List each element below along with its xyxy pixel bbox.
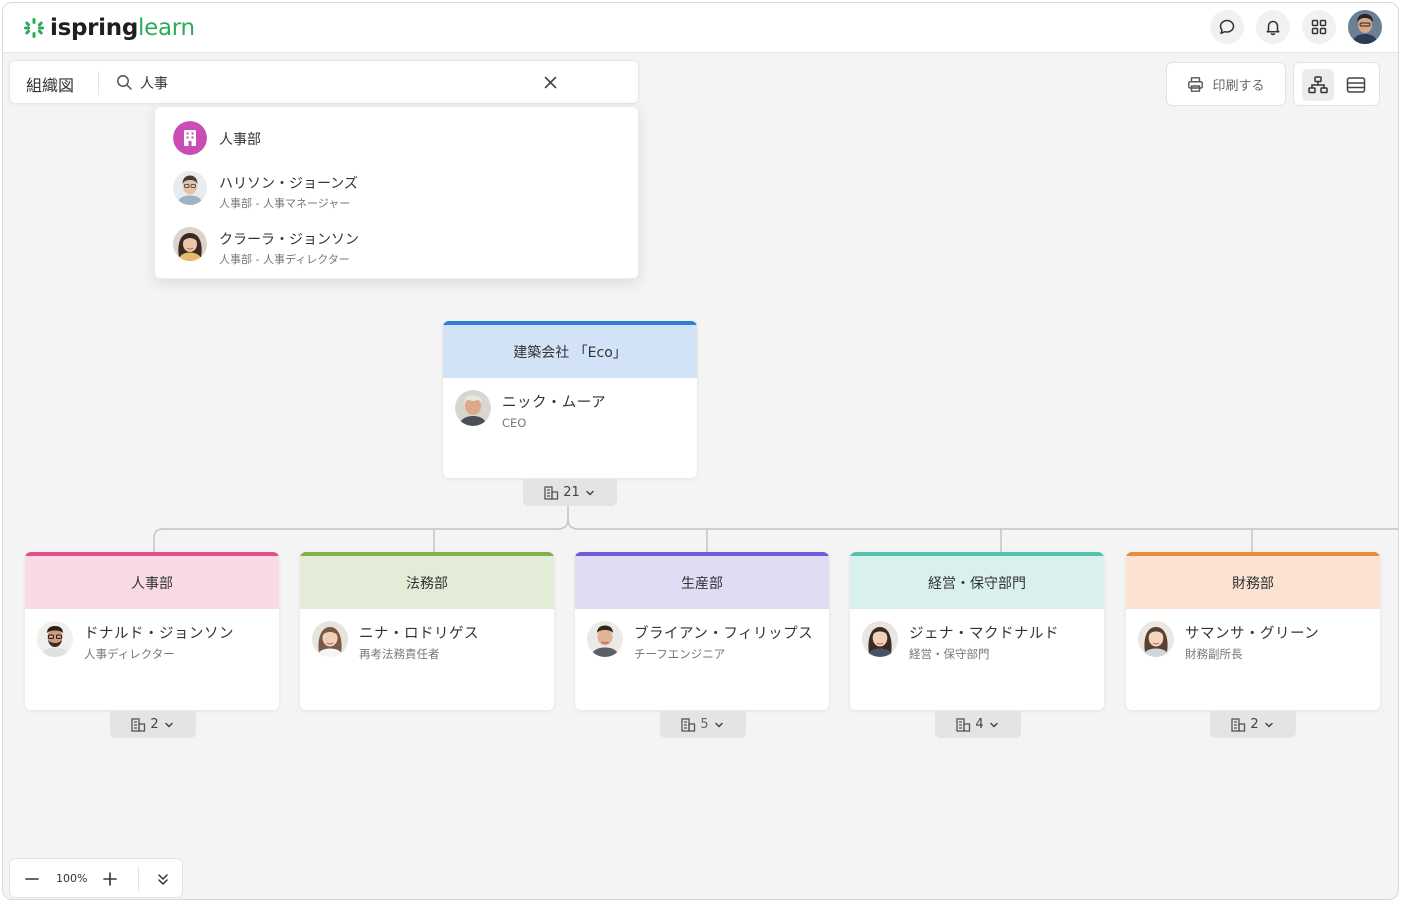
- search-result-subtitle: 人事部 - 人事マネージャー: [219, 197, 351, 210]
- building-icon: [1231, 717, 1246, 732]
- minus-icon: [25, 878, 39, 880]
- avatar: [455, 390, 491, 426]
- avatar: [37, 621, 73, 657]
- person-role: 人事ディレクター: [84, 647, 175, 661]
- zoom-level: 100%: [56, 872, 88, 885]
- avatar: [1138, 621, 1174, 657]
- chevron-down-icon: [1264, 722, 1273, 728]
- avatar: [862, 621, 898, 657]
- person-role: チーフエンジニア: [634, 647, 726, 661]
- person-name: ドナルド・ジョンソン: [84, 626, 234, 642]
- clear-search-icon[interactable]: [542, 74, 559, 91]
- double-chevron-down-icon: [158, 874, 168, 885]
- view-switcher: [1293, 62, 1380, 106]
- building-icon: [544, 485, 559, 500]
- chevron-down-icon: [714, 722, 723, 728]
- zoom-in-button[interactable]: [98, 867, 122, 891]
- search-results-dropdown: 人事部 ハリソン・ジョーンズ 人事部 - 人事マネージャー クラーラ・ジョンソン…: [154, 106, 639, 279]
- search-icon: [117, 75, 132, 90]
- person-name: ブライアン・フィリップス: [634, 626, 814, 642]
- person-role: 再考法務責任者: [359, 647, 440, 661]
- org-chart-icon: [1308, 76, 1328, 94]
- search-result-item[interactable]: ハリソン・ジョーンズ 人事部 - 人事マネージャー: [155, 163, 638, 213]
- child-count: 2: [150, 717, 159, 732]
- search-result-item[interactable]: 人事部: [155, 111, 638, 161]
- org-card-department[interactable]: 財務部 サマンサ・グリーン 財務副所長: [1126, 552, 1380, 710]
- chevron-down-icon: [586, 490, 594, 496]
- org-card-department[interactable]: 生産部 ブライアン・フィリップス チーフエンジニア: [575, 552, 829, 710]
- card-header: 生産部: [575, 552, 829, 609]
- search-input[interactable]: [140, 71, 530, 95]
- search-result-item[interactable]: クラーラ・ジョンソン 人事部 - 人事ディレクター: [155, 219, 638, 269]
- list-view-button[interactable]: [1340, 69, 1372, 101]
- print-label: 印刷する: [1212, 78, 1265, 94]
- chevron-down-icon: [164, 722, 173, 728]
- card-header: 財務部: [1126, 552, 1380, 609]
- search-bar: 組織図: [9, 60, 639, 104]
- zoom-control: 100%: [9, 858, 183, 898]
- expand-children-button[interactable]: 2: [1210, 711, 1296, 738]
- person-name: サマンサ・グリーン: [1185, 626, 1320, 642]
- app-window: ispringlearn 組織図 人事 人事部 ハリソン・ジョーンズ 人事部 -…: [2, 2, 1399, 900]
- page-title: 組織図: [26, 76, 75, 95]
- person-role: 財務副所長: [1185, 647, 1243, 661]
- expand-children-button[interactable]: 21: [523, 479, 617, 506]
- org-card-department[interactable]: 法務部 ニナ・ロドリゲス 再考法務責任者: [300, 552, 554, 710]
- expand-children-button[interactable]: 4: [935, 711, 1021, 738]
- person-role: 経営・保守部門: [909, 647, 990, 661]
- zoom-out-button[interactable]: [20, 867, 44, 891]
- department-icon: [173, 121, 207, 155]
- child-count: 2: [1250, 717, 1259, 732]
- divider: [98, 71, 99, 95]
- child-count: 5: [700, 717, 709, 732]
- search-result-name: 人事部: [219, 132, 261, 148]
- building-icon: [681, 717, 696, 732]
- search-result-name: クラーラ・ジョンソン: [219, 232, 359, 248]
- expand-all-button[interactable]: [151, 867, 175, 891]
- search-result-name: ハリソン・ジョーンズ: [219, 176, 359, 192]
- avatar: [173, 171, 207, 205]
- child-count: 21: [563, 485, 580, 500]
- card-header: 建築会社 「Eco」: [443, 321, 697, 378]
- expand-children-button[interactable]: 2: [110, 711, 196, 738]
- building-icon: [131, 717, 146, 732]
- org-card-root[interactable]: 建築会社 「Eco」 ニック・ムーア CEO: [443, 321, 697, 478]
- avatar: [173, 227, 207, 261]
- list-view-icon: [1346, 77, 1366, 93]
- person-name: ニック・ムーア: [502, 395, 607, 411]
- org-chart-view-button[interactable]: [1302, 69, 1334, 101]
- card-header: 経営・保守部門: [850, 552, 1104, 609]
- org-card-department[interactable]: 人事部 ドナルド・ジョンソン 人事ディレクター: [25, 552, 279, 710]
- divider: [138, 867, 139, 891]
- card-header: 法務部: [300, 552, 554, 609]
- child-count: 4: [975, 717, 984, 732]
- search-result-subtitle: 人事部 - 人事ディレクター: [219, 253, 350, 266]
- avatar: [312, 621, 348, 657]
- printer-icon: [1188, 76, 1204, 92]
- person-name: ジェナ・マクドナルド: [909, 626, 1059, 642]
- person-role: CEO: [502, 416, 527, 430]
- building-icon: [956, 717, 971, 732]
- chevron-down-icon: [989, 722, 998, 728]
- card-header: 人事部: [25, 552, 279, 609]
- print-button[interactable]: 印刷する: [1166, 62, 1286, 106]
- org-card-department[interactable]: 経営・保守部門 ジェナ・マクドナルド 経営・保守部門: [850, 552, 1104, 710]
- person-name: ニナ・ロドリゲス: [359, 626, 479, 642]
- avatar: [587, 621, 623, 657]
- plus-icon: [103, 872, 117, 886]
- expand-children-button[interactable]: 5: [660, 711, 746, 738]
